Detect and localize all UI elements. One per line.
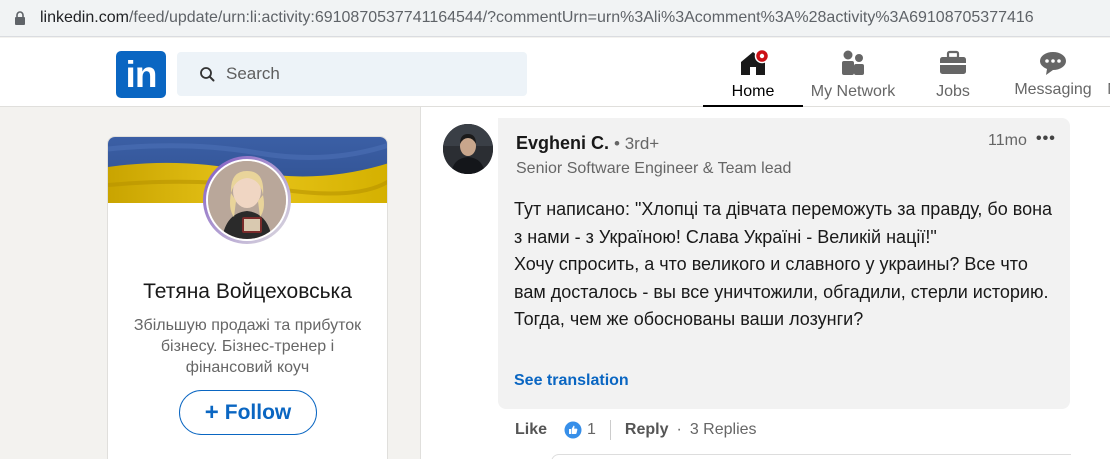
url-path: /feed/update/urn:li:activity:69108705377… [128,9,1034,26]
briefcase-icon [940,50,966,74]
network-icon [842,50,864,75]
action-divider [609,420,611,440]
comment-text: Тут написано: "Хлопці та дівчата перемож… [514,196,1054,334]
home-icon [741,49,769,75]
url-host: linkedin.com [40,9,129,26]
connection-degree: • 3rd+ [614,134,660,153]
commenter-photo [443,124,493,174]
profile-headline: Збільшую продажі та прибуток бізнесу. Бі… [133,317,362,376]
nav-messaging-label: Messaging [1014,81,1092,98]
more-options-icon[interactable]: ••• [1036,130,1056,148]
nav-home[interactable]: Home [703,38,803,107]
linkedin-logo[interactable]: in [116,51,166,98]
commenter-avatar[interactable] [443,124,493,174]
search-placeholder: Search [226,64,280,83]
reaction-count[interactable]: 1 [587,421,596,439]
see-translation-link[interactable]: See translation [514,372,629,390]
nav-messaging[interactable]: Messaging [1003,38,1103,107]
reply-button[interactable]: Reply [625,421,669,439]
like-reaction-icon [564,421,582,439]
search-input[interactable]: Search [177,52,527,96]
profile-avatar-ring[interactable] [203,156,291,244]
comment-paragraph: Тут написано: "Хлопці та дівчата перемож… [514,199,1053,247]
profile-avatar[interactable] [206,159,288,241]
follow-button[interactable]: + Follow [179,390,317,435]
avatar-photo [208,161,286,239]
replies-count-link[interactable]: 3 Replies [690,421,757,439]
nav-jobs[interactable]: Jobs [903,38,1003,107]
profile-name[interactable]: Тетяна Войцеховська [108,280,387,304]
commenter-name[interactable]: Evgheni C. [516,133,609,153]
plus-icon: + [204,398,219,426]
nested-reply-edge [551,454,1071,459]
lock-icon [15,11,25,25]
search-icon [200,67,215,82]
nav-home-label: Home [731,83,775,100]
global-nav: in Search Home My Network Jobs Messaging [0,38,1110,107]
commenter-name-line: Evgheni C. • 3rd+ [516,133,659,154]
follow-label: Follow [224,400,292,424]
address-bar[interactable]: linkedin.com/feed/update/urn:li:activity… [0,0,1110,37]
comment-paragraph: Хочу спросить, а что великого и славного… [514,254,1049,329]
comment-timestamp: 11mo [988,132,1027,149]
nav-notifications[interactable]: N [1103,38,1110,107]
dot-separator: · [676,421,682,438]
nav-jobs-label: Jobs [936,83,970,100]
comment-bubble: Evgheni C. • 3rd+ Senior Software Engine… [498,118,1070,409]
comment-actions: Like 1 Reply · 3 Replies [515,419,757,441]
messaging-icon [1040,52,1066,75]
nav-my-network[interactable]: My Network [803,38,903,107]
commenter-title: Senior Software Engineer & Team lead [516,160,792,177]
url-text: linkedin.com/feed/update/urn:li:activity… [40,9,1034,27]
nav-network-label: My Network [810,83,896,100]
profile-card: Тетяна Войцеховська Збільшую продажі та … [107,136,388,459]
nav-notifications-label: N [1103,81,1110,99]
like-button[interactable]: Like [515,421,547,439]
